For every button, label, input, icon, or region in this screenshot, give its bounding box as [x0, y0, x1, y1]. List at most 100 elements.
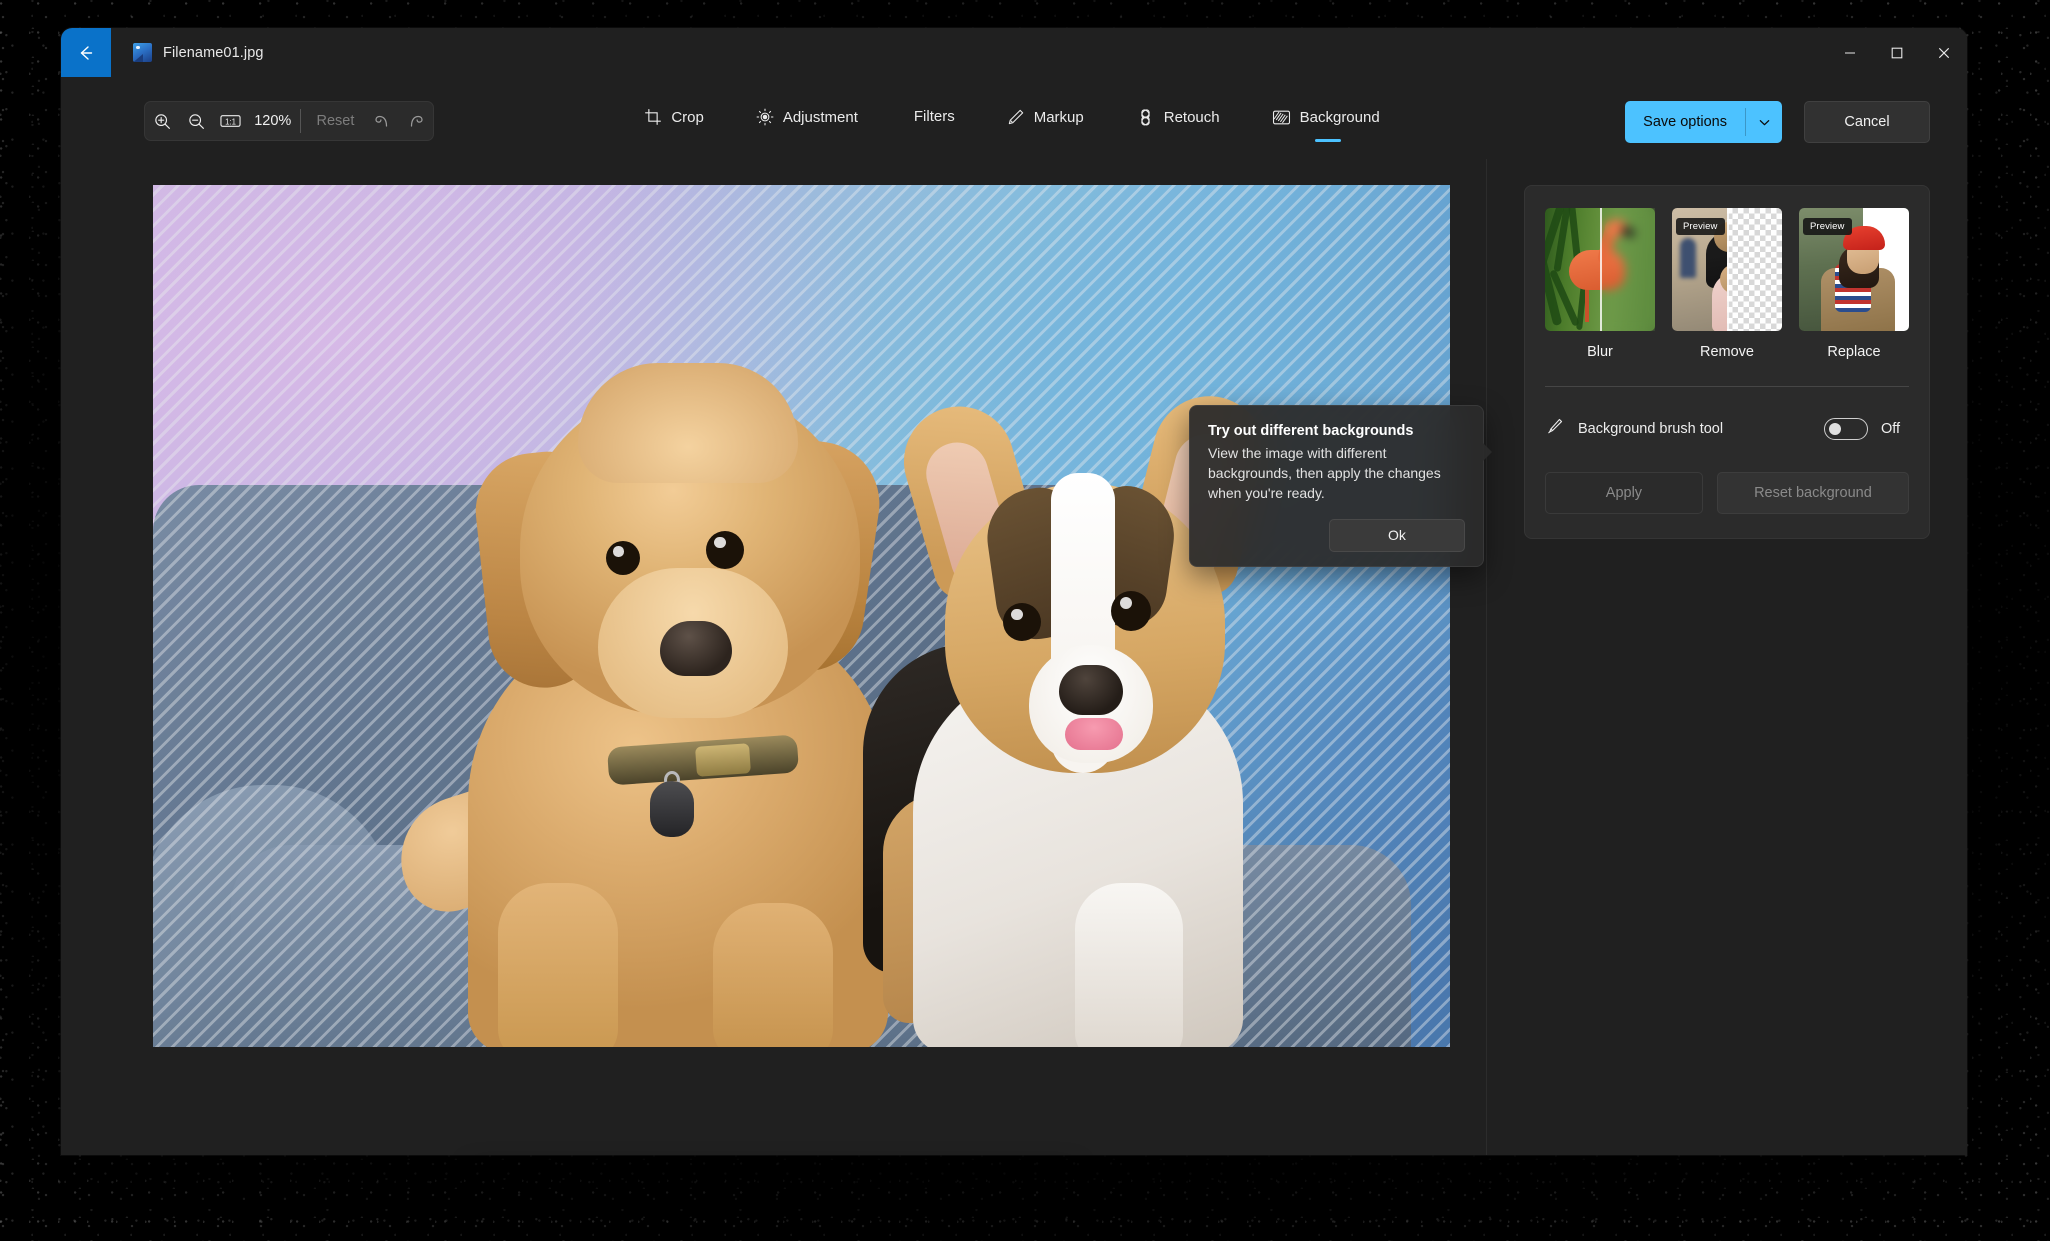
background-option-replace[interactable]: Preview Replace — [1799, 208, 1909, 360]
file-name-label: Filename01.jpg — [163, 44, 264, 61]
undo-button[interactable] — [364, 101, 398, 141]
background-panel: Blur Preview Remove Preview Replace Back… — [1524, 159, 1930, 539]
tab-filters-label: Filters — [913, 108, 955, 125]
brush-icon — [1545, 417, 1564, 441]
tab-underline-active — [1314, 139, 1341, 142]
minimize-button[interactable] — [1826, 28, 1873, 77]
one-to-one-icon: 1:1 — [220, 115, 241, 127]
background-options-card: Blur Preview Remove Preview Replace Back… — [1524, 185, 1930, 539]
replace-thumbnail: Preview — [1799, 208, 1909, 331]
background-brush-row: Background brush tool Off — [1545, 417, 1909, 441]
transparency-checkerboard — [1727, 208, 1782, 331]
title-zone: Filename01.jpg — [111, 28, 1826, 77]
tab-background[interactable]: Background — [1254, 99, 1402, 142]
command-bar: 1:1 120% Reset Crop Adjustment Filters M… — [61, 77, 1967, 159]
photo-image — [153, 185, 1450, 1047]
apply-button[interactable]: Apply — [1545, 472, 1703, 514]
image-canvas[interactable] — [153, 185, 1450, 1047]
panel-separator — [1545, 386, 1909, 387]
blur-thumbnail — [1545, 208, 1655, 331]
background-brush-state: Off — [1881, 421, 1901, 437]
flamingo-legs — [1585, 286, 1589, 322]
background-option-remove[interactable]: Preview Remove — [1672, 208, 1782, 360]
redo-button[interactable] — [399, 101, 433, 141]
dog1-id-tag — [650, 781, 694, 837]
back-button[interactable] — [61, 28, 111, 77]
save-options-label: Save options — [1643, 114, 1727, 130]
editor-body: Try out different backgrounds View the i… — [61, 159, 1967, 1155]
reset-zoom-button[interactable]: Reset — [306, 101, 364, 141]
background-brush-toggle[interactable] — [1824, 418, 1868, 440]
dog1-eye-right — [706, 531, 744, 569]
close-button[interactable] — [1920, 28, 1967, 77]
callout-body: View the image with different background… — [1208, 445, 1441, 501]
background-option-blur[interactable]: Blur — [1545, 208, 1655, 360]
tab-retouch[interactable]: Retouch — [1118, 99, 1242, 136]
blur-label: Blur — [1587, 344, 1613, 360]
tab-background-label: Background — [1299, 109, 1380, 126]
zoom-out-icon — [189, 113, 204, 129]
toolbar-divider — [299, 109, 301, 133]
command-actions: Save options Cancel — [1625, 101, 1930, 143]
save-options-button[interactable]: Save options — [1625, 101, 1782, 143]
dog2-eye-right — [1111, 591, 1151, 631]
dog1-head-tuft — [578, 363, 798, 483]
zoom-level-label: 120% — [254, 113, 292, 129]
actual-size-button[interactable]: 1:1 — [214, 101, 248, 141]
tab-retouch-label: Retouch — [1163, 109, 1220, 126]
toggle-knob — [1829, 423, 1841, 435]
split-line — [1600, 208, 1602, 331]
dog1-eye-left — [606, 541, 640, 575]
photos-editor-window: Filename01.jpg 1:1 120% Reset Crop Adjus… — [61, 28, 1967, 1155]
close-icon — [1938, 47, 1949, 58]
zoom-in-button[interactable] — [145, 101, 179, 141]
tab-crop-label: Crop — [671, 108, 704, 126]
cancel-button[interactable]: Cancel — [1804, 101, 1930, 143]
reset-background-button[interactable]: Reset background — [1716, 472, 1909, 514]
tab-adjustment-label: Adjustment — [782, 108, 858, 126]
tab-markup[interactable]: Markup — [989, 99, 1106, 135]
retouch-icon — [1141, 109, 1150, 126]
callout-ok-button[interactable]: Ok — [1329, 518, 1465, 552]
background-brush-label: Background brush tool — [1578, 421, 1724, 437]
title-bar: Filename01.jpg — [61, 28, 1967, 77]
save-options-dropdown[interactable] — [1746, 101, 1782, 143]
brightness-icon — [756, 108, 774, 126]
zoom-in-icon — [154, 113, 170, 129]
svg-text:1:1: 1:1 — [225, 117, 236, 126]
back-arrow-icon — [80, 45, 93, 60]
panel-action-buttons: Apply Reset background — [1545, 472, 1909, 514]
panel-divider — [1486, 159, 1487, 1155]
callout-actions: Ok — [1208, 518, 1465, 552]
dog2-nose — [1059, 665, 1123, 715]
zoom-toolbar: 1:1 120% Reset — [144, 101, 434, 141]
undo-icon — [374, 115, 387, 127]
dog1-nose — [660, 621, 732, 676]
chevron-down-icon — [1759, 119, 1769, 125]
tab-markup-label: Markup — [1033, 108, 1084, 126]
image-file-icon — [133, 43, 152, 62]
blurred-half — [1600, 208, 1655, 331]
dog2-front-leg — [1075, 883, 1183, 1047]
tab-filters[interactable]: Filters — [892, 99, 977, 134]
replace-label: Replace — [1827, 344, 1881, 360]
dog1-leg-right — [713, 903, 833, 1047]
maximize-button[interactable] — [1873, 28, 1920, 77]
callout-pointer — [1482, 442, 1492, 462]
tab-adjustment[interactable]: Adjustment — [738, 99, 880, 135]
pencil-icon — [1008, 109, 1023, 125]
preview-badge: Preview — [1676, 218, 1725, 235]
zoom-out-button[interactable] — [179, 101, 213, 141]
tab-crop[interactable]: Crop — [626, 99, 726, 135]
callout-title: Try out different backgrounds — [1208, 423, 1414, 439]
dog2-eye-left — [1003, 603, 1041, 641]
maximize-icon — [1891, 47, 1902, 58]
redo-icon — [410, 115, 423, 127]
minimize-icon — [1844, 51, 1855, 54]
background-thumbnails: Blur Preview Remove Preview Replace — [1545, 208, 1909, 360]
split-line — [1727, 208, 1729, 331]
remove-label: Remove — [1700, 344, 1754, 360]
preview-badge: Preview — [1803, 218, 1852, 235]
teaching-callout: Try out different backgrounds View the i… — [1189, 405, 1492, 567]
dog1-collar-buckle — [695, 743, 751, 777]
